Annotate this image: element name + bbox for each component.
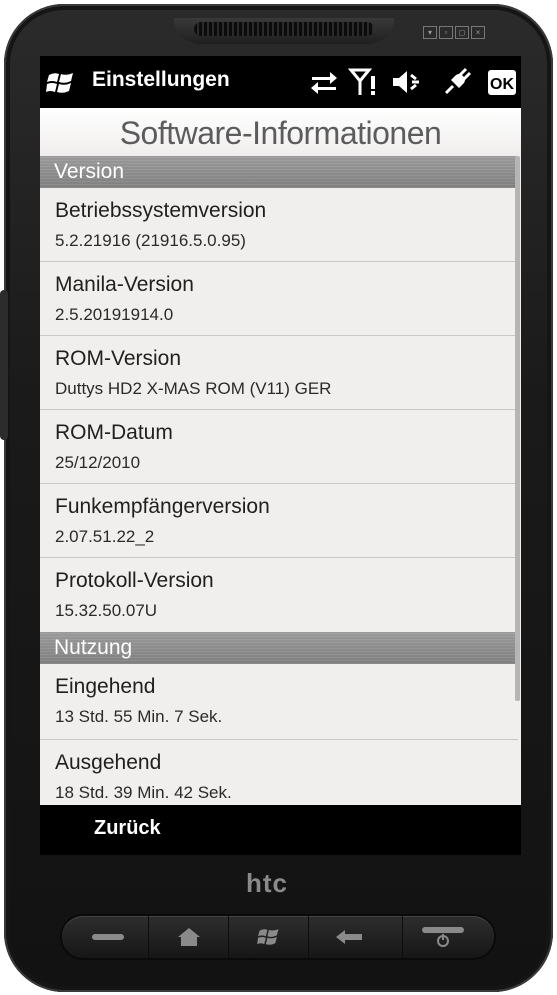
- row-label: ROM-Version: [55, 347, 182, 370]
- content-area: Software-Informationen Version Betriebss…: [40, 108, 521, 855]
- minimize-icon[interactable]: ▾: [423, 26, 437, 39]
- list-item[interactable]: ROM-Datum 25/12/2010: [40, 410, 518, 484]
- list-item[interactable]: ROM-Version Duttys HD2 X-MAS ROM (V11) G…: [40, 336, 518, 410]
- plug-icon[interactable]: [441, 66, 473, 98]
- back-hardware-button[interactable]: [308, 916, 389, 958]
- htc-logo: htc: [246, 868, 288, 898]
- maximize-icon[interactable]: ▫: [439, 26, 453, 39]
- row-label: ROM-Datum: [55, 421, 173, 444]
- ok-label: OK: [490, 76, 514, 93]
- signal-icon[interactable]: [348, 66, 380, 98]
- row-value: 2.5.20191914.0: [55, 305, 174, 324]
- windows-button[interactable]: [228, 916, 309, 958]
- row-value: 13 Std. 55 Min. 7 Sek.: [55, 707, 223, 726]
- row-value: 15.32.50.07U: [55, 601, 158, 620]
- page-title: Software-Informationen: [40, 108, 521, 156]
- hardware-keypad: [62, 916, 494, 958]
- row-label: Ausgehend: [55, 751, 162, 774]
- restore-icon[interactable]: ◻: [455, 26, 469, 39]
- row-value: 2.07.51.22_2: [55, 527, 155, 546]
- section-header-usage: Nutzung: [40, 632, 518, 664]
- back-button[interactable]: Zurück: [94, 817, 161, 840]
- row-label: Betriebssystemversion: [55, 199, 267, 222]
- windows-start-icon[interactable]: [46, 69, 76, 97]
- earpiece-speaker: [194, 22, 374, 36]
- close-icon[interactable]: ×: [471, 26, 485, 39]
- home-button[interactable]: [148, 916, 229, 958]
- row-label: Protokoll-Version: [55, 569, 214, 592]
- list-item[interactable]: Betriebssystemversion 5.2.21916 (21916.5…: [40, 188, 518, 262]
- row-value: 25/12/2010: [55, 453, 141, 472]
- row-value: Duttys HD2 X-MAS ROM (V11) GER: [55, 379, 332, 398]
- list-item[interactable]: Ausgehend 18 Std. 39 Min. 42 Sek.: [40, 740, 518, 806]
- volume-side-button[interactable]: [0, 290, 8, 440]
- status-bar: Einstellungen OK: [40, 56, 521, 108]
- list-item[interactable]: Eingehend 13 Std. 55 Min. 7 Sek.: [40, 664, 518, 740]
- list-item[interactable]: Funkempfängerversion 2.07.51.22_2: [40, 484, 518, 558]
- window-controls[interactable]: ▾ ▫ ◻ ×: [423, 26, 485, 39]
- call-icon: [92, 934, 124, 940]
- scrollbar[interactable]: [515, 156, 520, 701]
- row-label: Eingehend: [55, 675, 156, 698]
- call-button[interactable]: [68, 916, 148, 958]
- list-item[interactable]: Manila-Version 2.5.20191914.0: [40, 262, 518, 336]
- row-label: Manila-Version: [55, 273, 194, 296]
- speaker-icon[interactable]: [390, 66, 422, 98]
- windows-icon: [257, 929, 279, 945]
- home-icon: [178, 928, 200, 946]
- row-value: 5.2.21916 (21916.5.0.95): [55, 231, 246, 250]
- end-call-button[interactable]: [402, 916, 483, 958]
- softkey-bar: Zurück: [40, 805, 521, 855]
- screen: Einstellungen OK Software-Informationen …: [40, 56, 521, 855]
- app-title[interactable]: Einstellungen: [92, 68, 230, 92]
- row-value: 18 Std. 39 Min. 42 Sek.: [55, 783, 232, 802]
- ok-icon[interactable]: OK: [487, 66, 517, 98]
- list-item[interactable]: Protokoll-Version 15.32.50.07U: [40, 558, 518, 632]
- end-call-icon: [422, 927, 464, 947]
- row-label: Funkempfängerversion: [55, 495, 270, 518]
- section-header-version: Version: [40, 156, 518, 188]
- back-arrow-icon: [336, 930, 362, 944]
- sync-arrows-icon[interactable]: [308, 66, 340, 98]
